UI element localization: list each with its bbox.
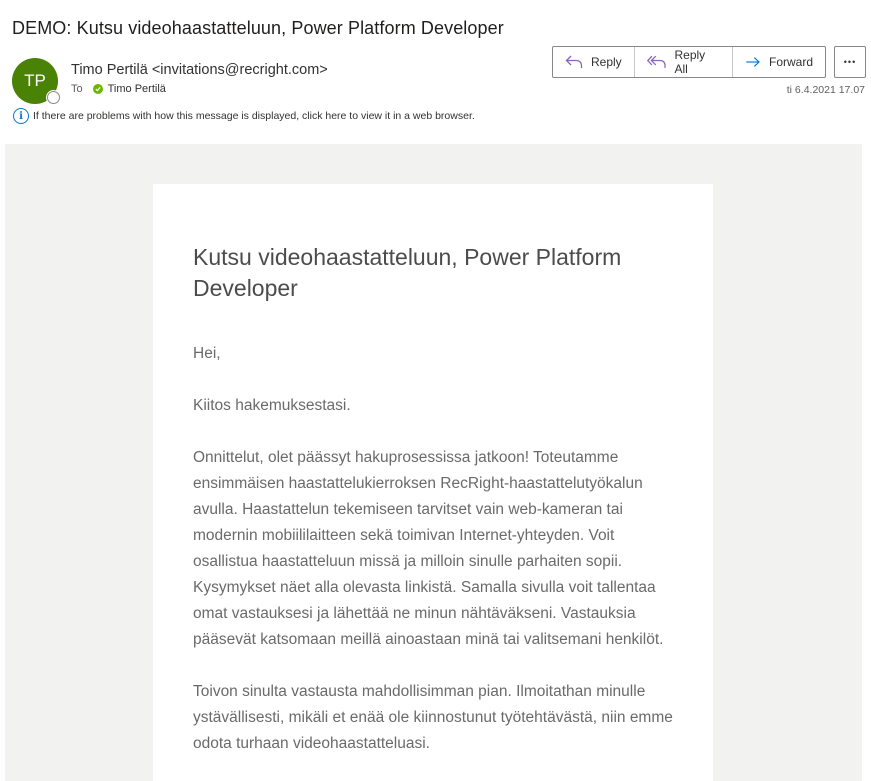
recipient-name[interactable]: Timo Pertilä <box>108 83 166 95</box>
message-body-card: Kutsu videohaastatteluun, Power Platform… <box>153 184 713 781</box>
avatar-initials: TP <box>24 71 46 90</box>
to-label: To <box>71 83 83 95</box>
body-greeting: Hei, <box>193 345 221 362</box>
info-icon: i <box>13 108 29 124</box>
sender-name[interactable]: Timo Pertilä <invitations@recright.com> <box>71 62 328 78</box>
timestamp: ti 6.4.2021 17.07 <box>786 84 865 96</box>
reply-all-label: Reply All <box>674 48 706 76</box>
presence-status-icon <box>47 91 60 104</box>
check-icon <box>92 84 103 94</box>
forward-button[interactable]: Forward <box>733 47 825 77</box>
body-title: Kutsu videohaastatteluun, Power Platform… <box>193 244 622 301</box>
reply-label: Reply <box>591 55 622 69</box>
info-banner[interactable]: i If there are problems with how this me… <box>13 108 475 124</box>
info-banner-text[interactable]: If there are problems with how this mess… <box>33 110 475 122</box>
to-line: To Timo Pertilä <box>71 83 166 95</box>
more-icon: ••• <box>843 57 857 67</box>
email-subject: DEMO: Kutsu videohaastatteluun, Power Pl… <box>12 18 504 38</box>
reply-icon <box>565 55 583 68</box>
forward-label: Forward <box>768 55 813 69</box>
forward-arrow-icon <box>746 57 760 67</box>
body-paragraph-2: Onnittelut, olet päässyt hakuprosessissa… <box>193 449 664 648</box>
reply-all-button[interactable]: Reply All <box>635 47 733 77</box>
reply-all-icon <box>647 55 666 68</box>
action-button-group: Reply Reply All Forward <box>552 46 826 78</box>
body-paragraph-3: Toivon sinulta vastausta mahdollisimman … <box>193 683 673 752</box>
reply-button[interactable]: Reply <box>553 47 635 77</box>
body-paragraph-1: Kiitos hakemuksestasi. <box>193 397 351 414</box>
more-actions-button[interactable]: ••• <box>834 46 866 78</box>
